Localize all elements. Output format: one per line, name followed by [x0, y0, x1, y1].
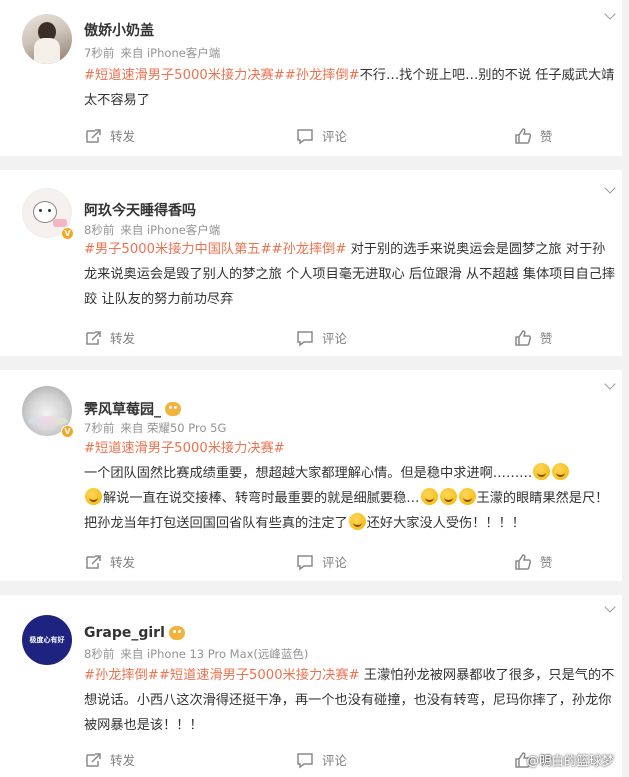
repost-label: 转发	[110, 331, 136, 346]
avatar[interactable]	[22, 14, 72, 64]
post-text: #短道速滑男子5000米接力决赛# 一个团队固然比赛成绩重要，想超越大家都理解心…	[84, 436, 618, 536]
user-name[interactable]: Grape_girl	[84, 625, 185, 641]
crying-emoji-icon	[420, 488, 438, 505]
crying-emoji-icon	[533, 463, 551, 480]
post-source: 来自 荣耀50 Pro 5G	[120, 421, 227, 435]
post-time[interactable]: 8秒前	[84, 223, 114, 237]
post-time[interactable]: 7秒前	[84, 421, 114, 435]
repost-icon	[86, 330, 101, 345]
user-name[interactable]: 霁风草莓园_	[84, 399, 181, 419]
comment-label: 评论	[322, 331, 348, 346]
repost-button[interactable]: 转发	[84, 126, 135, 145]
repost-label: 转发	[110, 753, 136, 768]
post-source: 来自 iPhone客户端	[120, 46, 221, 60]
crying-emoji-icon	[85, 488, 102, 505]
repost-button[interactable]: 转发	[84, 328, 135, 347]
comment-button[interactable]: 评论	[296, 750, 347, 769]
post-text: #短道速滑男子5000米接力决赛##孙龙摔倒#不行…找个班上吧…别的不说 任子威…	[84, 63, 618, 113]
post-body: 还好大家没人受伤！！！！	[366, 516, 525, 531]
chevron-down-icon[interactable]	[604, 601, 616, 613]
repost-label: 转发	[110, 555, 136, 570]
post-card: V 霁风草莓园_ 7秒前 来自 荣耀50 Pro 5G #短道速滑男子5000米接…	[0, 370, 622, 581]
post-meta: 8秒前 来自 iPhone客户端	[84, 222, 220, 238]
user-name-text[interactable]: 霁风草莓园_	[84, 399, 161, 419]
repost-button[interactable]: 转发	[84, 552, 135, 571]
crying-emoji-icon	[552, 463, 570, 480]
crying-emoji-icon	[348, 513, 366, 530]
comment-label: 评论	[322, 129, 348, 144]
repost-icon	[86, 752, 101, 767]
user-name-text[interactable]: 傲娇小奶盖	[84, 20, 154, 40]
like-button[interactable]: 赞	[514, 126, 553, 145]
chevron-down-icon[interactable]	[604, 8, 616, 20]
like-button[interactable]: 赞	[514, 328, 553, 347]
topic-tag[interactable]: #孙龙摔倒##短道速滑男子5000米接力决赛#	[84, 668, 360, 683]
member-crown-icon	[168, 626, 185, 640]
avatar-text: 极度心有好	[29, 636, 65, 644]
repost-icon	[86, 128, 101, 143]
post-meta: 7秒前 来自 iPhone客户端	[84, 45, 220, 61]
post-body: 一个团队固然比赛成绩重要，想超越大家都理解心情。但是稳中求进啊………	[84, 466, 533, 481]
comment-icon	[297, 128, 313, 144]
repost-label: 转发	[110, 129, 136, 144]
comment-icon	[297, 330, 313, 346]
like-label: 赞	[540, 129, 553, 144]
action-bar: 转发 评论 赞	[0, 328, 622, 348]
crying-emoji-icon	[458, 488, 476, 505]
comment-button[interactable]: 评论	[296, 552, 347, 571]
watermark: @明白的篮球梦	[526, 753, 614, 768]
crying-emoji-icon	[439, 488, 457, 505]
post-card: 极度心有好 Grape_girl 8秒前 来自 iPhone 13 Pro Max…	[0, 595, 622, 777]
topic-tag[interactable]: #短道速滑男子5000米接力决赛#	[84, 441, 285, 456]
post-time[interactable]: 8秒前	[84, 647, 114, 661]
like-button[interactable]: 赞	[514, 552, 553, 571]
post-source: 来自 iPhone 13 Pro Max(远峰蓝色)	[120, 647, 309, 661]
topic-tag[interactable]: #男子5000米接力中国队第五##孙龙摔倒#	[84, 242, 346, 257]
thumbs-up-icon	[515, 329, 532, 346]
chevron-down-icon[interactable]	[604, 378, 616, 390]
post-card: V 阿玖今天睡得香吗 8秒前 来自 iPhone客户端 #男子5000米接力中国队…	[0, 170, 622, 356]
user-name-text[interactable]: Grape_girl	[84, 625, 165, 641]
post-source: 来自 iPhone客户端	[120, 223, 221, 237]
thumbs-up-icon	[515, 127, 532, 144]
comment-icon	[297, 752, 313, 768]
verified-badge-icon: V	[61, 227, 74, 240]
topic-tag[interactable]: #短道速滑男子5000米接力决赛##孙龙摔倒#	[84, 68, 360, 83]
comment-button[interactable]: 评论	[296, 328, 347, 347]
verified-badge-icon: V	[61, 425, 74, 438]
post-time[interactable]: 7秒前	[84, 46, 114, 60]
member-crown-icon	[165, 402, 181, 416]
post-body: 解说一直在说交接棒、转弯时最重要的就是细腻要稳…	[103, 491, 420, 506]
repost-button[interactable]: 转发	[84, 750, 135, 769]
action-bar: 转发 评论 赞	[0, 126, 622, 146]
chevron-down-icon[interactable]	[604, 182, 616, 194]
post-card: 傲娇小奶盖 7秒前 来自 iPhone客户端 #短道速滑男子5000米接力决赛##…	[0, 0, 622, 156]
post-text: #孙龙摔倒##短道速滑男子5000米接力决赛# 王濛怕孙龙被网暴都收了很多，只是…	[84, 663, 618, 738]
comment-icon	[297, 554, 313, 570]
thumbs-up-icon	[515, 553, 532, 570]
repost-icon	[86, 554, 101, 569]
post-text: #男子5000米接力中国队第五##孙龙摔倒# 对于别的选手来说奥运会是圆梦之旅 …	[84, 237, 618, 312]
like-label: 赞	[540, 555, 553, 570]
user-name[interactable]: 傲娇小奶盖	[84, 20, 154, 40]
comment-button[interactable]: 评论	[296, 126, 347, 145]
comment-label: 评论	[322, 555, 348, 570]
user-name[interactable]: 阿玖今天睡得香吗	[84, 200, 196, 220]
post-meta: 8秒前 来自 iPhone 13 Pro Max(远峰蓝色)	[84, 646, 308, 662]
like-label: 赞	[540, 331, 553, 346]
post-meta: 7秒前 来自 荣耀50 Pro 5G	[84, 420, 226, 436]
action-bar: 转发 评论 赞	[0, 552, 622, 572]
user-name-text[interactable]: 阿玖今天睡得香吗	[84, 200, 196, 220]
comment-label: 评论	[322, 753, 348, 768]
avatar[interactable]: 极度心有好	[22, 615, 72, 665]
